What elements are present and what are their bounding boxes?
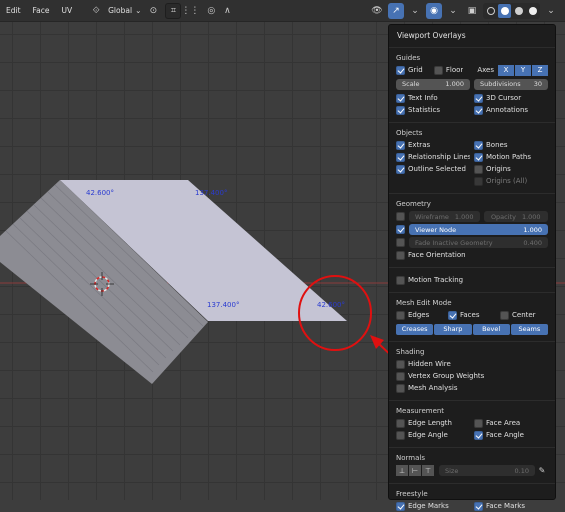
orientation-label: Global: [108, 6, 133, 15]
menu-uv[interactable]: UV: [56, 6, 79, 15]
origins-checkbox[interactable]: Origins: [474, 164, 548, 174]
viewport-overlays-panel: Viewport Overlays Guides Grid Floor Axes…: [388, 24, 556, 511]
xray-icon[interactable]: ▣: [464, 3, 480, 19]
angle-label: 42.600°: [86, 189, 114, 197]
vertex-group-weights-checkbox[interactable]: Vertex Group Weights: [396, 371, 548, 381]
face-marks-checkbox[interactable]: Face Marks: [474, 501, 548, 511]
overlays-icon[interactable]: ◉: [426, 2, 442, 19]
axis-x-toggle[interactable]: X: [498, 64, 514, 76]
panel-title: Viewport Overlays: [397, 31, 466, 40]
creases-toggle[interactable]: Creases: [396, 323, 434, 335]
hidden-wire-checkbox[interactable]: Hidden Wire: [396, 359, 548, 369]
face-normals-icon[interactable]: ⊤: [422, 465, 434, 476]
objects-title: Objects: [396, 129, 423, 137]
freestyle-title: Freestyle: [396, 490, 428, 498]
annotations-checkbox[interactable]: Annotations: [474, 105, 548, 115]
fade-inactive-checkbox[interactable]: [396, 238, 405, 247]
relationship-lines-checkbox[interactable]: Relationship Lines: [396, 152, 470, 162]
vertex-normals-icon[interactable]: ⊥: [396, 465, 408, 476]
eyedropper-icon[interactable]: ✎: [536, 465, 548, 476]
falloff-icon[interactable]: ∧: [219, 3, 235, 19]
visibility-icon[interactable]: 👁: [369, 3, 385, 19]
pivot-icon[interactable]: ⊙: [145, 3, 161, 19]
mesh-analysis-checkbox[interactable]: Mesh Analysis: [396, 383, 548, 393]
viewer-node-field[interactable]: Viewer Node 1.000: [409, 224, 548, 235]
solid-shading-icon[interactable]: [498, 3, 511, 18]
menu-face[interactable]: Face: [27, 6, 56, 15]
seams-toggle[interactable]: Seams: [510, 323, 548, 335]
measurement-title: Measurement: [396, 407, 445, 415]
transform-orientation-select[interactable]: Global ⌄: [104, 3, 145, 19]
motion-paths-checkbox[interactable]: Motion Paths: [474, 152, 548, 162]
scale-field[interactable]: Scale 1.000: [396, 78, 470, 90]
3d-cursor-checkbox[interactable]: 3D Cursor: [474, 93, 548, 103]
edge-marks-checkbox[interactable]: Edge Marks: [396, 501, 470, 511]
axis-y-toggle[interactable]: Y: [515, 64, 531, 76]
face-angle-checkbox[interactable]: Face Angle: [474, 430, 548, 440]
orientation-icon: ⟐: [92, 5, 100, 16]
fade-inactive-field[interactable]: Fade Inactive Geometry 0.400: [409, 237, 548, 248]
outline-selected-checkbox[interactable]: Outline Selected: [396, 164, 470, 174]
face-orientation-checkbox[interactable]: Face Orientation: [396, 250, 548, 260]
split-normals-icon[interactable]: ⊢: [409, 465, 421, 476]
text-info-checkbox[interactable]: Text Info: [396, 93, 470, 103]
menu-edge[interactable]: Edit: [0, 6, 27, 15]
angle-label: 137.400°: [195, 189, 227, 197]
guides-title: Guides: [396, 54, 421, 62]
floor-checkbox[interactable]: Floor: [433, 65, 463, 75]
motion-tracking-checkbox[interactable]: Motion Tracking: [396, 275, 548, 285]
viewer-node-checkbox[interactable]: [396, 225, 405, 234]
edge-length-checkbox[interactable]: Edge Length: [396, 418, 470, 428]
gizmo-icon[interactable]: ↗: [388, 2, 404, 19]
mesh-edit-title: Mesh Edit Mode: [396, 299, 452, 307]
subdivisions-field[interactable]: Subdivisions 30: [474, 78, 548, 90]
chevron-down-icon: ⌄: [135, 6, 142, 15]
normals-title: Normals: [396, 454, 425, 462]
gizmo-dropdown-icon[interactable]: ⌄: [407, 3, 423, 19]
face-area-checkbox[interactable]: Face Area: [474, 418, 548, 428]
edges-checkbox[interactable]: Edges: [396, 310, 444, 320]
statistics-checkbox[interactable]: Statistics: [396, 105, 470, 115]
geometry-title: Geometry: [396, 200, 431, 208]
snap-icon[interactable]: ⌗: [165, 2, 182, 19]
angle-label: 137.400°: [207, 301, 239, 309]
edge-angle-checkbox[interactable]: Edge Angle: [396, 430, 470, 440]
material-shading-icon[interactable]: [512, 4, 525, 18]
axes-label: Axes: [477, 66, 494, 74]
viewport-header: Edit Face UV ⟐ Global ⌄ ⊙ ⌗ ⋮⋮ ◎ ∧ 👁 ↗ ⌄…: [0, 0, 565, 22]
overlays-dropdown-icon[interactable]: ⌄: [445, 3, 461, 19]
proportional-edit-icon[interactable]: ◎: [203, 3, 219, 19]
wireframe-field[interactable]: Wireframe 1.000: [409, 211, 480, 222]
normals-size-field[interactable]: Size 0.10: [439, 465, 535, 476]
extras-checkbox[interactable]: Extras: [396, 140, 470, 150]
rendered-shading-icon[interactable]: [526, 4, 539, 18]
snap-options-icon[interactable]: ⋮⋮: [181, 3, 199, 19]
bevel-toggle[interactable]: Bevel: [472, 323, 510, 335]
axis-z-toggle[interactable]: Z: [532, 64, 548, 76]
grid-checkbox[interactable]: Grid: [396, 65, 430, 75]
angle-label: 42.600°: [317, 301, 345, 309]
sharp-toggle[interactable]: Sharp: [434, 323, 472, 335]
origins-all-checkbox[interactable]: Origins (All): [474, 176, 548, 186]
shading-mode-group: [483, 2, 540, 19]
wireframe-checkbox[interactable]: [396, 212, 405, 221]
shading-dropdown-icon[interactable]: ⌄: [543, 3, 559, 19]
wireframe-shading-icon[interactable]: [484, 4, 497, 18]
faces-checkbox[interactable]: Faces: [448, 310, 496, 320]
center-checkbox[interactable]: Center: [500, 310, 548, 320]
bones-checkbox[interactable]: Bones: [474, 140, 548, 150]
opacity-field[interactable]: Opacity 1.000: [483, 211, 548, 222]
shading-title: Shading: [396, 348, 425, 356]
